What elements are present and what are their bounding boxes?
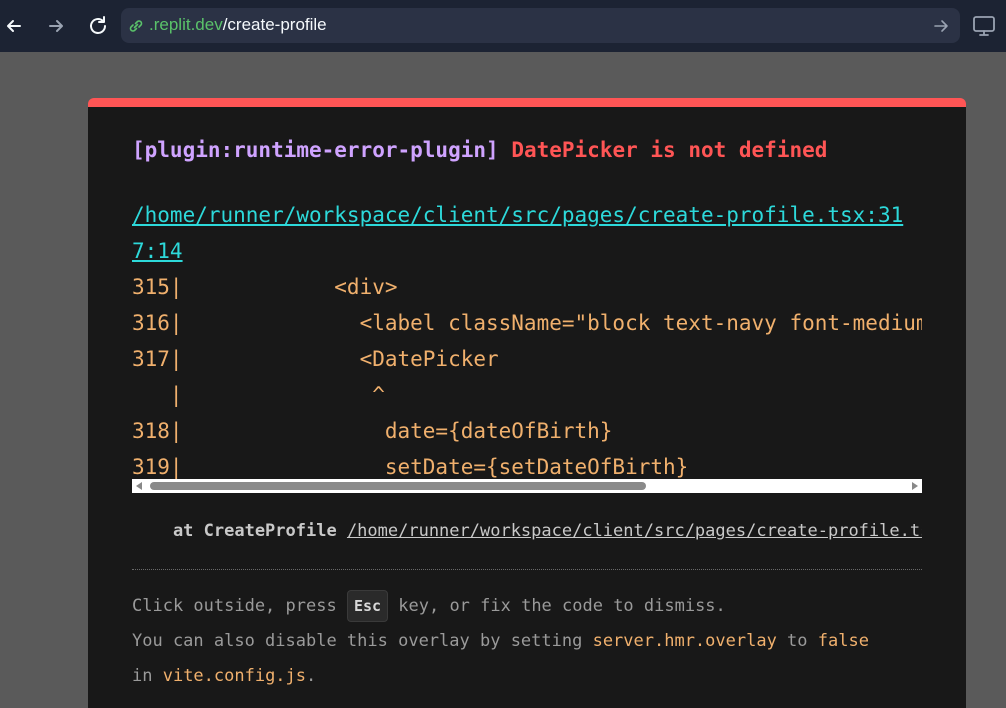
stack-prefix: at CreateProfile [132,521,347,541]
plugin-name: [plugin:runtime-error-plugin] [132,138,499,162]
go-arrow-icon[interactable] [932,17,950,35]
tip-text: to [776,631,818,651]
code-line: 316| <label className="block text-navy f… [132,311,922,335]
error-message: DatePicker is not defined [511,138,828,162]
code-line: 317| <DatePicker [132,347,499,371]
arrow-left-icon [7,20,21,32]
divider [132,569,922,570]
error-overlay: [plugin:runtime-error-plugin] DatePicker… [88,98,966,708]
config-file: vite.config.js [162,666,307,686]
esc-key: Esc [346,590,389,622]
devtools-button[interactable] [972,14,996,38]
dismiss-tip: Click outside, press Esc key, or fix the… [132,589,922,694]
url-domain: .replit.dev [149,15,223,34]
horizontal-scrollbar[interactable] [132,479,922,493]
back-button[interactable] [0,12,28,40]
tip-line-2: You can also disable this overlay by set… [132,624,922,659]
tip-text: Click outside, press [132,596,347,616]
tip-text: key, or fix the code to dismiss. [388,596,726,616]
code-frame: 315| <div> 316| <label className="block … [132,269,922,479]
link-icon [129,20,143,32]
code-line: 318| date={dateOfBirth} [132,419,613,443]
url-path: /create-profile [222,15,327,34]
arrow-right-icon [49,20,63,32]
scrollbar-thumb[interactable] [150,482,646,490]
forward-button[interactable] [42,12,70,40]
error-file-link[interactable]: /home/runner/workspace/client/src/pages/… [132,197,922,269]
browser-toolbar: .replit.dev/create-profile [0,0,1006,52]
error-title: [plugin:runtime-error-plugin] DatePicker… [132,138,827,162]
code-line: 319| setDate={setDateOfBirth} [132,455,689,479]
scroll-right-icon[interactable] [912,482,918,490]
tip-line-1: Click outside, press Esc key, or fix the… [132,589,922,624]
stack-file-link[interactable]: /home/runner/workspace/client/src/pages/… [347,521,922,541]
stack-trace: at CreateProfile /home/runner/workspace/… [132,521,922,541]
reload-button[interactable] [84,12,112,40]
code-line: | ^ [132,383,385,407]
tip-line-3: in vite.config.js. [132,659,922,694]
scroll-left-icon[interactable] [136,482,142,490]
setting-value: false [817,631,869,651]
reload-icon [90,16,106,34]
tip-text: You can also disable this overlay by set… [132,631,593,651]
url-text: .replit.dev/create-profile [149,15,327,35]
code-line: 315| <div> [132,275,398,299]
monitor-icon [973,16,995,36]
setting-name: server.hmr.overlay [592,631,777,651]
tip-text: in [132,666,163,686]
address-bar[interactable]: .replit.dev/create-profile [121,8,960,43]
tip-text: . [306,666,317,686]
